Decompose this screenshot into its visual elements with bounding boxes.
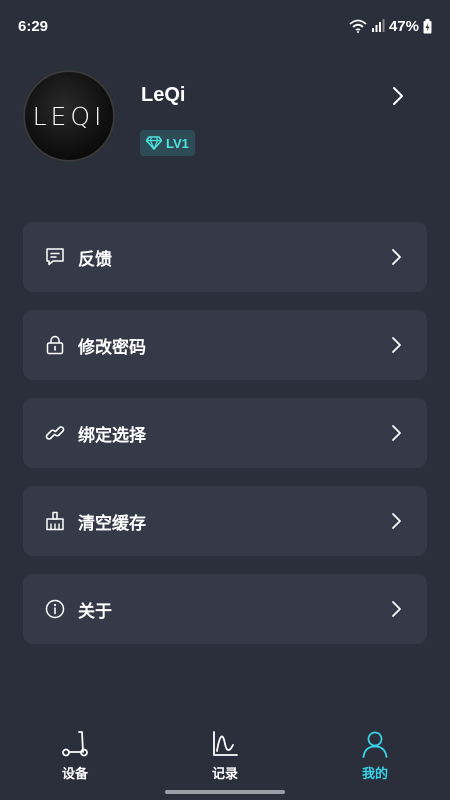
avatar[interactable]: LEQI xyxy=(23,70,115,162)
settings-menu: 反馈 修改密码 绑定选择 清空缓存 关于 xyxy=(23,222,427,662)
menu-item-binding[interactable]: 绑定选择 xyxy=(23,398,427,468)
menu-label: 反馈 xyxy=(78,249,112,270)
tab-mine[interactable]: 我的 xyxy=(300,715,450,800)
wifi-icon xyxy=(349,19,367,33)
status-indicators: 47% xyxy=(349,18,432,35)
battery-charging-icon xyxy=(423,18,432,33)
chevron-right-icon xyxy=(392,513,401,529)
menu-item-change-password[interactable]: 修改密码 xyxy=(23,310,427,380)
status-bar: 6:29 47% xyxy=(0,0,450,52)
feedback-icon xyxy=(46,248,64,266)
username: LeQi xyxy=(141,84,186,106)
level-text: LV1 xyxy=(166,135,189,151)
menu-label: 清空缓存 xyxy=(78,513,146,534)
chevron-right-icon xyxy=(392,337,401,353)
info-icon xyxy=(45,599,65,619)
tab-label: 我的 xyxy=(361,767,388,782)
tab-records[interactable]: 记录 xyxy=(150,715,300,800)
chevron-right-icon xyxy=(392,425,401,441)
lock-icon xyxy=(46,335,64,355)
diamond-icon xyxy=(146,136,162,150)
menu-label: 绑定选择 xyxy=(78,425,146,446)
menu-item-about[interactable]: 关于 xyxy=(23,574,427,644)
user-icon xyxy=(362,731,388,758)
menu-label: 修改密码 xyxy=(78,337,146,358)
chevron-right-icon xyxy=(392,601,401,617)
tab-label: 设备 xyxy=(61,767,88,782)
status-time: 6:29 xyxy=(18,17,49,35)
level-badge: LV1 xyxy=(140,130,195,156)
signal-icon xyxy=(371,19,385,32)
scooter-icon xyxy=(62,731,88,757)
home-indicator[interactable] xyxy=(165,790,285,794)
avatar-logo-text: LEQI xyxy=(32,101,106,131)
menu-item-feedback[interactable]: 反馈 xyxy=(23,222,427,292)
menu-item-clear-cache[interactable]: 清空缓存 xyxy=(23,486,427,556)
profile-header[interactable]: LEQI LeQi LV1 xyxy=(0,70,450,170)
battery-percent: 47% xyxy=(388,17,419,35)
menu-label: 关于 xyxy=(78,601,112,622)
link-icon xyxy=(45,426,65,440)
tab-devices[interactable]: 设备 xyxy=(0,715,150,800)
bottom-tab-bar: 设备 记录 我的 xyxy=(0,715,450,800)
tab-label: 记录 xyxy=(211,767,238,782)
chevron-right-icon xyxy=(392,249,401,265)
chevron-right-icon[interactable] xyxy=(388,86,408,106)
broom-icon xyxy=(46,511,64,531)
chart-icon xyxy=(213,731,238,756)
